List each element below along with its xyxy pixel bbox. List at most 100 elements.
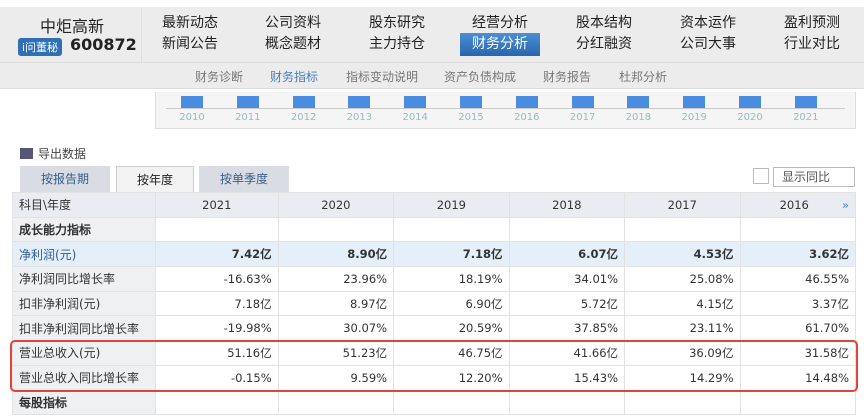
column-header: 2017 <box>624 192 741 218</box>
table-cell <box>277 216 395 243</box>
table-cell: 25.08% <box>624 266 741 292</box>
nav-item[interactable]: 公司资料 <box>253 12 333 32</box>
tab-by-year[interactable]: 按年度 <box>116 166 194 192</box>
row-label: 净利润同比增长率 <box>12 266 156 292</box>
nav-item[interactable]: 概念题材 <box>253 33 333 53</box>
company-brand: 中炬高新 i问董秘 600872 <box>12 7 142 62</box>
stock-code: 600872 <box>70 35 137 54</box>
chart-bar <box>571 96 594 108</box>
year-label: 2017 <box>569 112 596 123</box>
year-label: 2016 <box>514 112 540 123</box>
year-label: 2015 <box>458 112 484 123</box>
chart-bar <box>515 96 538 108</box>
subnav-item[interactable]: 财务指标 <box>270 68 318 85</box>
nav-item[interactable]: 盈利预测 <box>772 12 852 32</box>
company-name: 中炬高新 <box>40 17 105 36</box>
table-row: 净利润同比增长率 -16.63% 23.96% 18.19% 34.01% 25.08% 4… <box>12 266 856 292</box>
table-cell: 3.62亿 <box>739 241 856 268</box>
nav-item[interactable]: 最新动态 <box>150 12 230 32</box>
header: 中炬高新 i问董秘 600872 最新动态 公司资料 股东研究 经营分析 股本结构 资本运… <box>0 7 864 89</box>
table-cell: -19.98% <box>155 315 279 342</box>
table-cell: 5.72亿 <box>508 290 626 317</box>
table-cell: 61.70% <box>739 315 856 342</box>
table-cell <box>393 389 510 416</box>
table-cell <box>624 216 741 243</box>
export-icon <box>20 148 33 159</box>
table-cell: 6.90亿 <box>393 290 510 317</box>
year-label: 2013 <box>346 112 373 123</box>
subnav-item[interactable]: 财务报告 <box>543 68 591 85</box>
chart-bar <box>683 96 706 108</box>
table-cell: 30.07% <box>277 315 395 342</box>
next-columns-icon[interactable]: » <box>842 198 849 212</box>
column-header-label: 2016 <box>779 197 809 212</box>
table-cell <box>508 389 626 416</box>
table-cell <box>624 389 741 416</box>
nav-item[interactable]: 分红融资 <box>564 33 644 53</box>
subnav-item[interactable]: 指标变动说明 <box>346 68 418 85</box>
table-cell <box>739 389 856 416</box>
table-cell: 37.85% <box>508 315 626 342</box>
subnav-item[interactable]: 资产负债构成 <box>444 68 516 85</box>
nav-item[interactable]: 公司大事 <box>668 33 748 53</box>
column-header: 科目\年度 <box>12 192 156 218</box>
column-header-label: 2020 <box>321 197 351 212</box>
row-label: 扣非净利润同比增长率 <box>12 315 156 342</box>
table-cell: 18.19% <box>393 266 510 292</box>
chart-bar <box>181 96 203 108</box>
table-cell <box>393 216 510 243</box>
subnav-item[interactable]: 杜邦分析 <box>619 68 667 85</box>
tab-by-quarter[interactable]: 按单季度 <box>199 166 289 192</box>
table-cell: 7.42亿 <box>155 241 279 268</box>
row-label: 净利润(元) <box>12 241 156 268</box>
chart-bar <box>460 96 482 108</box>
chart-bar <box>794 96 817 108</box>
table-cell: 20.59% <box>393 315 510 342</box>
table-row: 扣非净利润(元) 7.18亿 8.97亿 6.90亿 5.72亿 4.15亿 3.37亿 <box>12 290 856 317</box>
chart-bar <box>627 96 650 108</box>
tab-by-report-period[interactable]: 按报告期 <box>20 166 110 192</box>
chart-bar <box>739 96 761 108</box>
year-label: 2019 <box>681 112 707 123</box>
show-yoy-button[interactable]: 显示同比 <box>773 167 855 187</box>
show-yoy-checkbox[interactable] <box>753 168 769 184</box>
table-cell <box>155 389 279 416</box>
table-cell: 34.01% <box>508 266 626 292</box>
column-header: 2016 » <box>739 192 856 218</box>
column-header-label: 2021 <box>202 197 232 212</box>
table-header: 科目\年度 2021 2020 2019 2018 2017 2016 » <box>12 192 856 218</box>
table-cell: 7.18亿 <box>393 241 510 268</box>
export-data-button[interactable]: 导出数据 <box>20 145 86 162</box>
chart-bar <box>292 96 315 108</box>
year-label: 2020 <box>737 112 763 123</box>
year-label: 2018 <box>625 112 652 123</box>
table-cell <box>155 216 279 243</box>
ask-secretary-badge[interactable]: i问董秘 <box>18 38 63 56</box>
table-row: 净利润(元) 7.42亿 8.90亿 7.18亿 6.07亿 4.53亿 3.62亿 <box>12 241 856 268</box>
sub-nav: 财务诊断 财务指标 指标变动说明 资产负债构成 财务报告 杜邦分析 <box>0 62 864 88</box>
nav-item[interactable]: 经营分析 <box>460 12 540 32</box>
table-row: 扣非净利润同比增长率 -19.98% 30.07% 20.59% 37.85% 23.11… <box>12 315 856 342</box>
mini-chart: 2010 2011 2012 2013 2014 2015 2016 2017 2018 2019… <box>155 92 856 129</box>
nav-item[interactable]: 股东研究 <box>357 12 437 32</box>
table-cell: -16.63% <box>155 266 279 292</box>
chart-axis <box>166 108 845 109</box>
nav-item[interactable]: 股本结构 <box>564 12 644 32</box>
table-cell: 3.37亿 <box>739 290 856 317</box>
export-label: 导出数据 <box>38 147 87 161</box>
nav-item[interactable]: 财务分析 <box>460 33 540 56</box>
year-label: 2010 <box>179 112 205 123</box>
nav-item[interactable]: 资本运作 <box>668 12 748 32</box>
table-row: 每股指标 <box>12 389 856 416</box>
nav-item[interactable]: 主力持仓 <box>357 33 437 53</box>
nav-item[interactable]: 新闻公告 <box>150 33 230 53</box>
column-header-label: 科目\年度 <box>19 198 72 213</box>
table-cell <box>508 216 626 243</box>
table-row: 成长能力指标 <box>12 216 856 243</box>
subnav-item[interactable]: 财务诊断 <box>195 68 243 85</box>
nav-item[interactable]: 行业对比 <box>772 33 852 53</box>
year-label: 2021 <box>793 112 819 123</box>
table-cell: 6.07亿 <box>508 241 626 268</box>
table-cell: 7.18亿 <box>155 290 279 317</box>
table-cell: 4.15亿 <box>624 290 741 317</box>
